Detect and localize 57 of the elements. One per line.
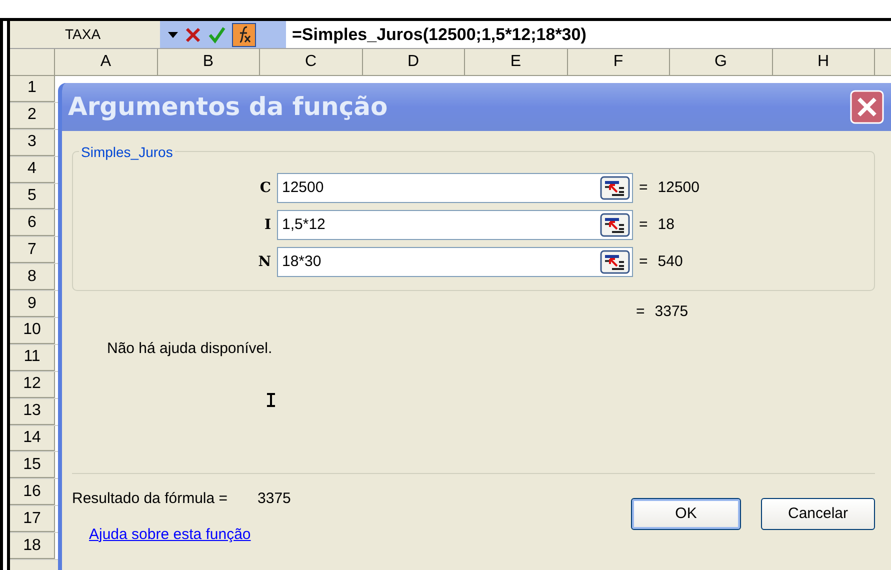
dropdown-arrow-icon[interactable] — [168, 32, 178, 38]
equals-sign: = — [639, 252, 648, 272]
equals-sign: = — [639, 214, 648, 235]
argument-result: 12500 — [658, 178, 700, 198]
column-header[interactable]: A — [55, 49, 158, 75]
row-header[interactable]: 12 — [10, 372, 55, 398]
row-header[interactable]: 4 — [10, 156, 55, 183]
function-icon[interactable] — [232, 22, 256, 46]
close-icon[interactable] — [850, 90, 884, 124]
row-header[interactable]: 5 — [10, 184, 55, 210]
argument-field[interactable]: 1,5*12 — [277, 210, 633, 240]
formula-result-label: Resultado da fórmula = — [72, 489, 228, 509]
formula-field[interactable]: =Simples_Juros(12500;1,5*12;18*30) — [286, 21, 891, 48]
column-header[interactable]: B — [158, 49, 260, 75]
column-header[interactable]: H — [772, 49, 875, 75]
help-link[interactable]: Ajuda sobre esta função — [89, 524, 291, 546]
text-cursor-icon — [267, 393, 275, 407]
column-header[interactable]: E — [465, 49, 568, 75]
row-header[interactable]: 17 — [10, 506, 55, 532]
check-icon[interactable] — [208, 26, 226, 44]
column-header[interactable]: F — [568, 49, 670, 75]
row-header[interactable]: 11 — [10, 344, 55, 371]
argument-result: 540 — [658, 252, 683, 272]
window-title: Argumentos da função — [68, 91, 388, 124]
equals-sign: = — [639, 178, 648, 198]
row-header[interactable]: 1 — [10, 76, 55, 102]
row-header[interactable]: 2 — [10, 102, 55, 129]
range-select-icon[interactable] — [600, 250, 630, 274]
equals-sign: = — [636, 302, 645, 322]
cancel-icon[interactable] — [184, 26, 202, 44]
row-header[interactable]: 13 — [10, 398, 55, 425]
row-header[interactable]: 15 — [10, 452, 55, 478]
row-header[interactable]: 8 — [10, 264, 55, 290]
argument-field[interactable]: 12500 — [277, 173, 633, 203]
argument-field[interactable]: 18*30 — [277, 247, 633, 277]
argument-result: 18 — [658, 214, 674, 235]
function-result: 3375 — [654, 302, 688, 322]
ok-button[interactable]: OK — [631, 498, 741, 530]
column-header[interactable]: C — [260, 49, 362, 75]
row-header[interactable]: 10 — [10, 318, 55, 344]
range-select-icon[interactable] — [600, 213, 630, 237]
argument-label: I — [263, 216, 272, 234]
row-header[interactable]: 6 — [10, 210, 55, 236]
formula-result: 3375 — [258, 489, 291, 509]
column-header[interactable]: G — [670, 49, 772, 75]
row-header[interactable]: 3 — [10, 130, 55, 156]
row-header[interactable]: 18 — [10, 533, 55, 560]
row-header[interactable]: 7 — [10, 237, 55, 264]
range-select-icon[interactable] — [600, 176, 630, 200]
row-header[interactable]: 14 — [10, 426, 55, 452]
argument-label: C — [258, 178, 272, 198]
row-header[interactable]: 16 — [10, 479, 55, 506]
row-header[interactable]: 9 — [10, 291, 55, 318]
help-text: Não há ajuda disponível. — [107, 338, 274, 358]
column-header[interactable]: D — [362, 49, 465, 75]
argument-label: N — [257, 252, 272, 272]
cancel-button[interactable]: Cancelar — [761, 498, 875, 530]
